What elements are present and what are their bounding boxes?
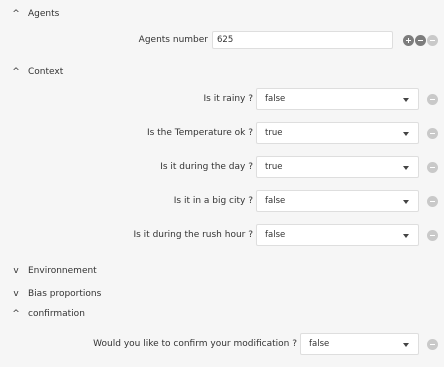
minus-circle-icon[interactable]	[427, 162, 438, 173]
section-title-context: Context	[28, 67, 64, 77]
context-row-rainy: Is it rainy ? false	[0, 88, 444, 110]
chevron-down-icon	[403, 234, 409, 238]
confirm-label: Would you like to confirm your modificat…	[93, 339, 297, 349]
chevron-down-icon	[403, 166, 409, 170]
param-select[interactable]: false	[256, 190, 419, 212]
context-row-temperature: Is the Temperature ok ? true	[0, 122, 444, 144]
minus-circle-icon[interactable]	[427, 196, 438, 207]
agents-number-input[interactable]	[212, 31, 393, 49]
chevron-down-icon: v	[13, 266, 19, 276]
agents-number-label: Agents number	[138, 35, 208, 45]
chevron-down-icon	[403, 132, 409, 136]
minus-circle-icon[interactable]	[427, 128, 438, 139]
section-header-context[interactable]: ^ Context	[10, 64, 63, 80]
section-header-bias-proportions[interactable]: v Bias proportions	[10, 286, 101, 302]
chevron-down-icon	[403, 200, 409, 204]
param-label: Is it during the rush hour ?	[133, 230, 253, 240]
confirm-select-value: false	[309, 339, 330, 349]
section-header-confirmation[interactable]: ^ confirmation	[10, 306, 85, 322]
param-select[interactable]: true	[256, 122, 419, 144]
section-header-agents[interactable]: ^ Agents	[10, 6, 59, 22]
param-select[interactable]: false	[256, 88, 419, 110]
context-row-day: Is it during the day ? true	[0, 156, 444, 178]
param-label: Is it during the day ?	[160, 162, 253, 172]
chevron-up-icon: ^	[12, 9, 20, 19]
param-label: Is it rainy ?	[203, 94, 253, 104]
context-row-big-city: Is it in a big city ? false	[0, 190, 444, 212]
parameters-panel: ^ Agents Agents number ^ Context Is it r…	[0, 0, 444, 367]
minus-circle-icon[interactable]	[415, 35, 426, 46]
minus-circle-icon[interactable]	[427, 339, 438, 350]
param-select[interactable]: false	[256, 224, 419, 246]
context-row-rush-hour: Is it during the rush hour ? false	[0, 224, 444, 246]
chevron-up-icon: ^	[12, 309, 20, 319]
section-title-confirmation: confirmation	[28, 309, 85, 319]
param-select[interactable]: true	[256, 156, 419, 178]
chevron-down-icon	[403, 98, 409, 102]
plus-circle-icon[interactable]	[403, 35, 414, 46]
chevron-down-icon: v	[13, 289, 19, 299]
chevron-down-icon	[403, 343, 409, 347]
param-label: Is it in a big city ?	[173, 196, 253, 206]
section-title-bias-proportions: Bias proportions	[28, 289, 102, 299]
param-select-value: false	[265, 94, 286, 104]
param-select-value: true	[265, 128, 283, 138]
param-select-value: false	[265, 230, 286, 240]
section-title-environnement: Environnement	[28, 266, 97, 276]
param-select-value: false	[265, 196, 286, 206]
confirm-select[interactable]: false	[300, 333, 419, 355]
minus-circle-icon[interactable]	[427, 94, 438, 105]
section-header-environnement[interactable]: v Environnement	[10, 263, 97, 279]
param-label: Is the Temperature ok ?	[146, 128, 253, 138]
minus-circle-icon[interactable]	[427, 230, 438, 241]
confirm-row: Would you like to confirm your modificat…	[0, 333, 444, 355]
minus-circle-icon[interactable]	[427, 35, 438, 46]
section-title-agents: Agents	[28, 9, 60, 19]
param-select-value: true	[265, 162, 283, 172]
chevron-up-icon: ^	[12, 67, 20, 77]
